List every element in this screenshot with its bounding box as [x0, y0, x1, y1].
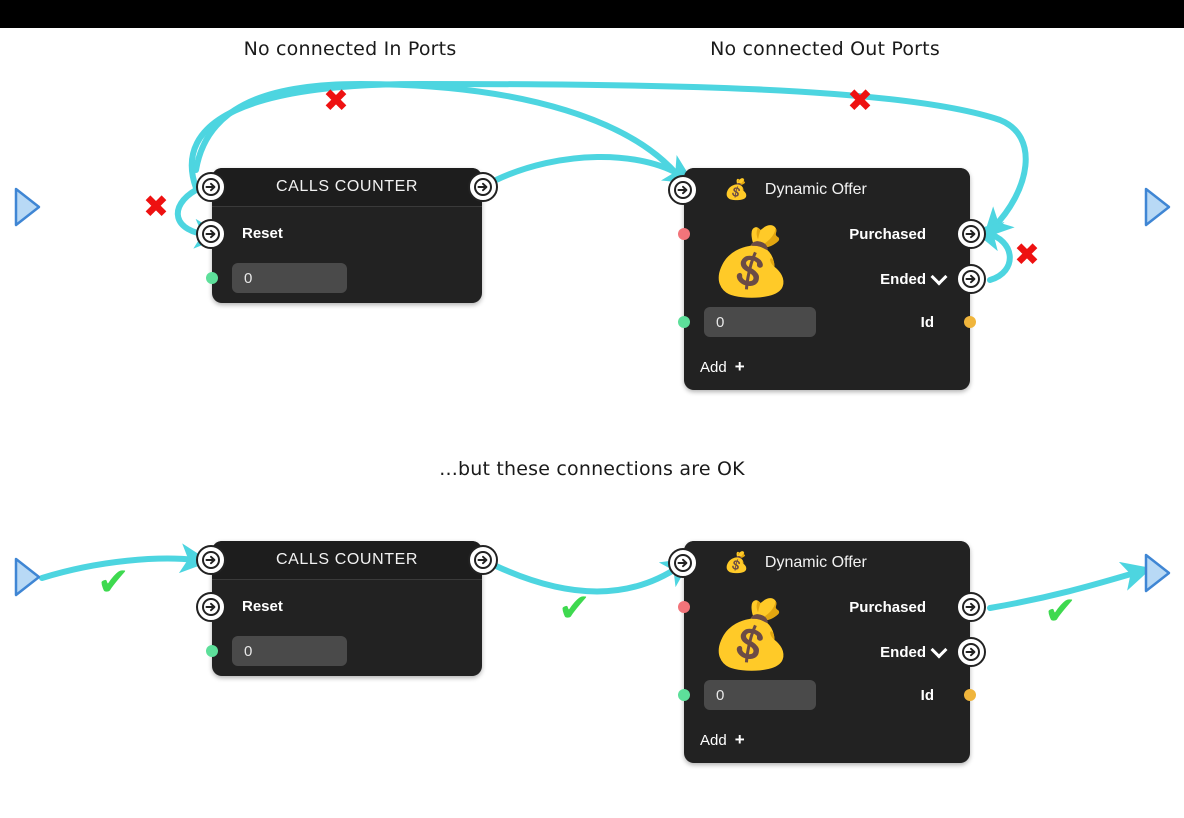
value-in-dot[interactable]	[206, 645, 218, 657]
ended-out-port[interactable]	[956, 637, 986, 667]
value-in-dot[interactable]	[206, 272, 218, 284]
id-label: Id	[920, 314, 934, 331]
reset-in-port[interactable]	[196, 592, 226, 622]
connection-edges	[39, 80, 1152, 611]
x-mark-top-left: ✖	[323, 83, 349, 119]
x-mark-left-loop: ✖	[143, 189, 169, 225]
diagram-canvas: No connected In Ports No connected Out P…	[0, 0, 1184, 818]
counter-value-field[interactable]: 0	[232, 636, 347, 666]
out-port[interactable]	[468, 545, 498, 575]
purchased-out-port[interactable]	[956, 592, 986, 622]
error-in-dot[interactable]	[678, 228, 690, 240]
node-title: Dynamic Offer	[764, 554, 867, 571]
reset-in-port[interactable]	[196, 219, 226, 249]
top-black-bar	[0, 0, 1184, 28]
reset-label: Reset	[242, 598, 283, 615]
chevron-down-icon[interactable]	[933, 271, 946, 284]
flow-end-marker-top[interactable]	[1142, 186, 1172, 228]
in-port[interactable]	[196, 545, 226, 575]
id-out-dot[interactable]	[964, 689, 976, 701]
node-dynamic-offer-invalid[interactable]: 💰 Dynamic Offer 💰 Purchased Ended 0 Id A…	[668, 168, 986, 390]
x-mark-right-loop: ✖	[1014, 237, 1040, 273]
caption-no-connected-in-ports: No connected In Ports	[243, 38, 457, 60]
plus-icon[interactable]: +	[735, 730, 745, 749]
node-dynamic-offer-valid[interactable]: 💰 Dynamic Offer 💰 Purchased Ended 0 Id A…	[668, 541, 986, 763]
out-port-label-purchased: Purchased	[849, 599, 926, 616]
out-port-label-ended: Ended	[880, 644, 926, 661]
node-calls-counter-invalid[interactable]: CALLS COUNTER Reset 0	[196, 168, 498, 303]
in-port[interactable]	[196, 172, 226, 202]
edge-invalid-self-loop-purchased	[971, 221, 1013, 283]
money-bag-large-icon: 💰	[710, 224, 793, 298]
check-mark-input: ✔	[97, 560, 130, 605]
caption-no-connected-out-ports: No connected Out Ports	[710, 38, 940, 60]
purchased-out-port[interactable]	[956, 219, 986, 249]
node-title: CALLS COUNTER	[275, 178, 419, 195]
flow-end-marker-bottom[interactable]	[1142, 552, 1172, 594]
add-row[interactable]: Add +	[700, 730, 745, 750]
chevron-down-icon[interactable]	[933, 644, 946, 657]
reset-label: Reset	[242, 225, 283, 242]
out-port-label-purchased: Purchased	[849, 226, 926, 243]
money-bag-icon: 💰	[724, 552, 749, 574]
offer-value-field[interactable]: 0	[704, 307, 816, 337]
in-port[interactable]	[668, 548, 698, 578]
node-header: 💰 Dynamic Offer	[684, 168, 970, 212]
check-mark-output: ✔	[1044, 589, 1077, 634]
node-title: Dynamic Offer	[764, 181, 867, 198]
edge-invalid-out-to-in	[493, 153, 695, 184]
node-title: CALLS COUNTER	[275, 551, 419, 568]
x-mark-top-right: ✖	[847, 83, 873, 119]
out-port[interactable]	[468, 172, 498, 202]
add-label: Add	[700, 732, 727, 749]
add-row[interactable]: Add +	[700, 357, 745, 377]
id-label: Id	[920, 687, 934, 704]
plus-icon[interactable]: +	[735, 357, 745, 376]
node-header: 💰 Dynamic Offer	[684, 541, 970, 585]
node-header: CALLS COUNTER	[212, 168, 482, 207]
add-label: Add	[700, 359, 727, 376]
ended-out-port[interactable]	[956, 264, 986, 294]
counter-value-field[interactable]: 0	[232, 263, 347, 293]
value-in-dot[interactable]	[678, 316, 690, 328]
flow-start-marker-top[interactable]	[12, 186, 42, 228]
caption-connections-ok: ...but these connections are OK	[439, 458, 745, 480]
id-out-dot[interactable]	[964, 316, 976, 328]
node-calls-counter-valid[interactable]: CALLS COUNTER Reset 0	[196, 541, 498, 676]
in-port[interactable]	[668, 175, 698, 205]
money-bag-large-icon: 💰	[710, 597, 793, 671]
error-in-dot[interactable]	[678, 601, 690, 613]
check-mark-middle: ✔	[558, 586, 591, 631]
offer-value-field[interactable]: 0	[704, 680, 816, 710]
node-header: CALLS COUNTER	[212, 541, 482, 580]
flow-start-marker-bottom[interactable]	[12, 556, 42, 598]
out-port-label-ended: Ended	[880, 271, 926, 288]
value-in-dot[interactable]	[678, 689, 690, 701]
money-bag-icon: 💰	[724, 179, 749, 201]
